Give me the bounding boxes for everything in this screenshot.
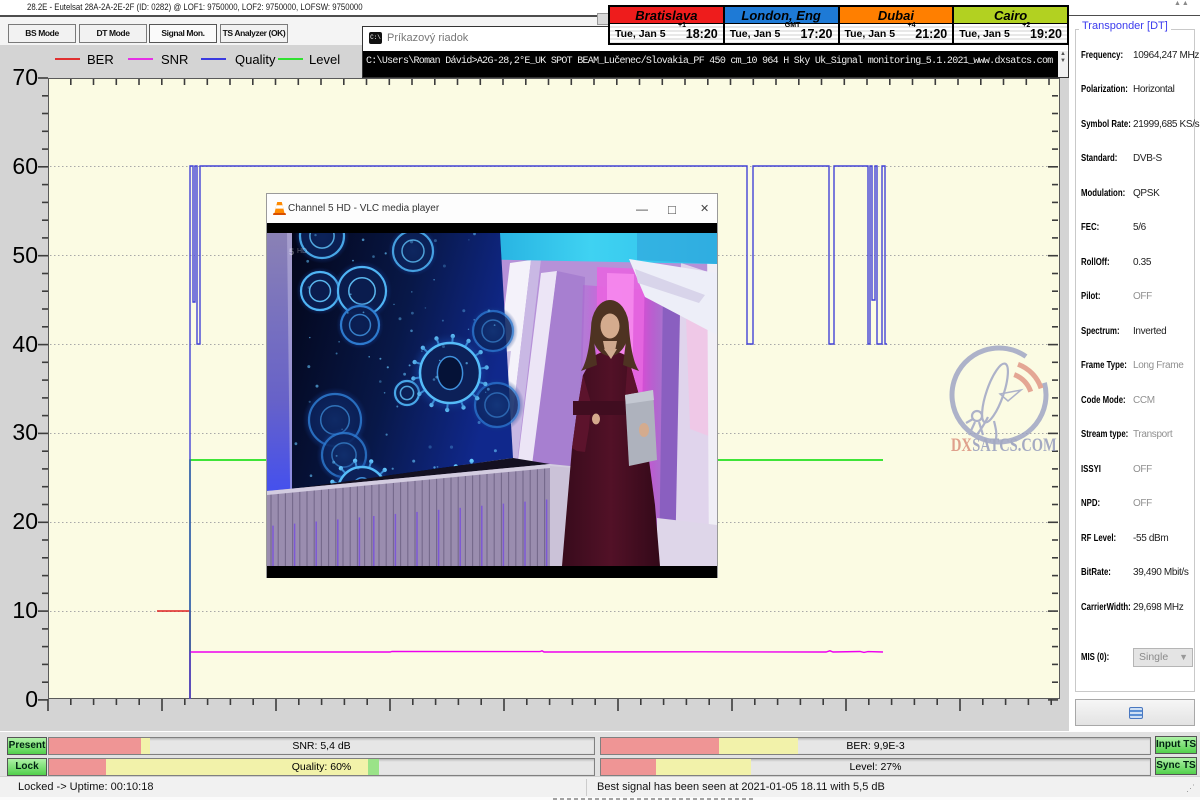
svg-text:5: 5 [289,247,294,257]
svg-text:DX: DX [951,434,972,455]
svg-text:HD: HD [297,248,307,255]
svg-text:SATCS.COM: SATCS.COM [972,434,1056,455]
